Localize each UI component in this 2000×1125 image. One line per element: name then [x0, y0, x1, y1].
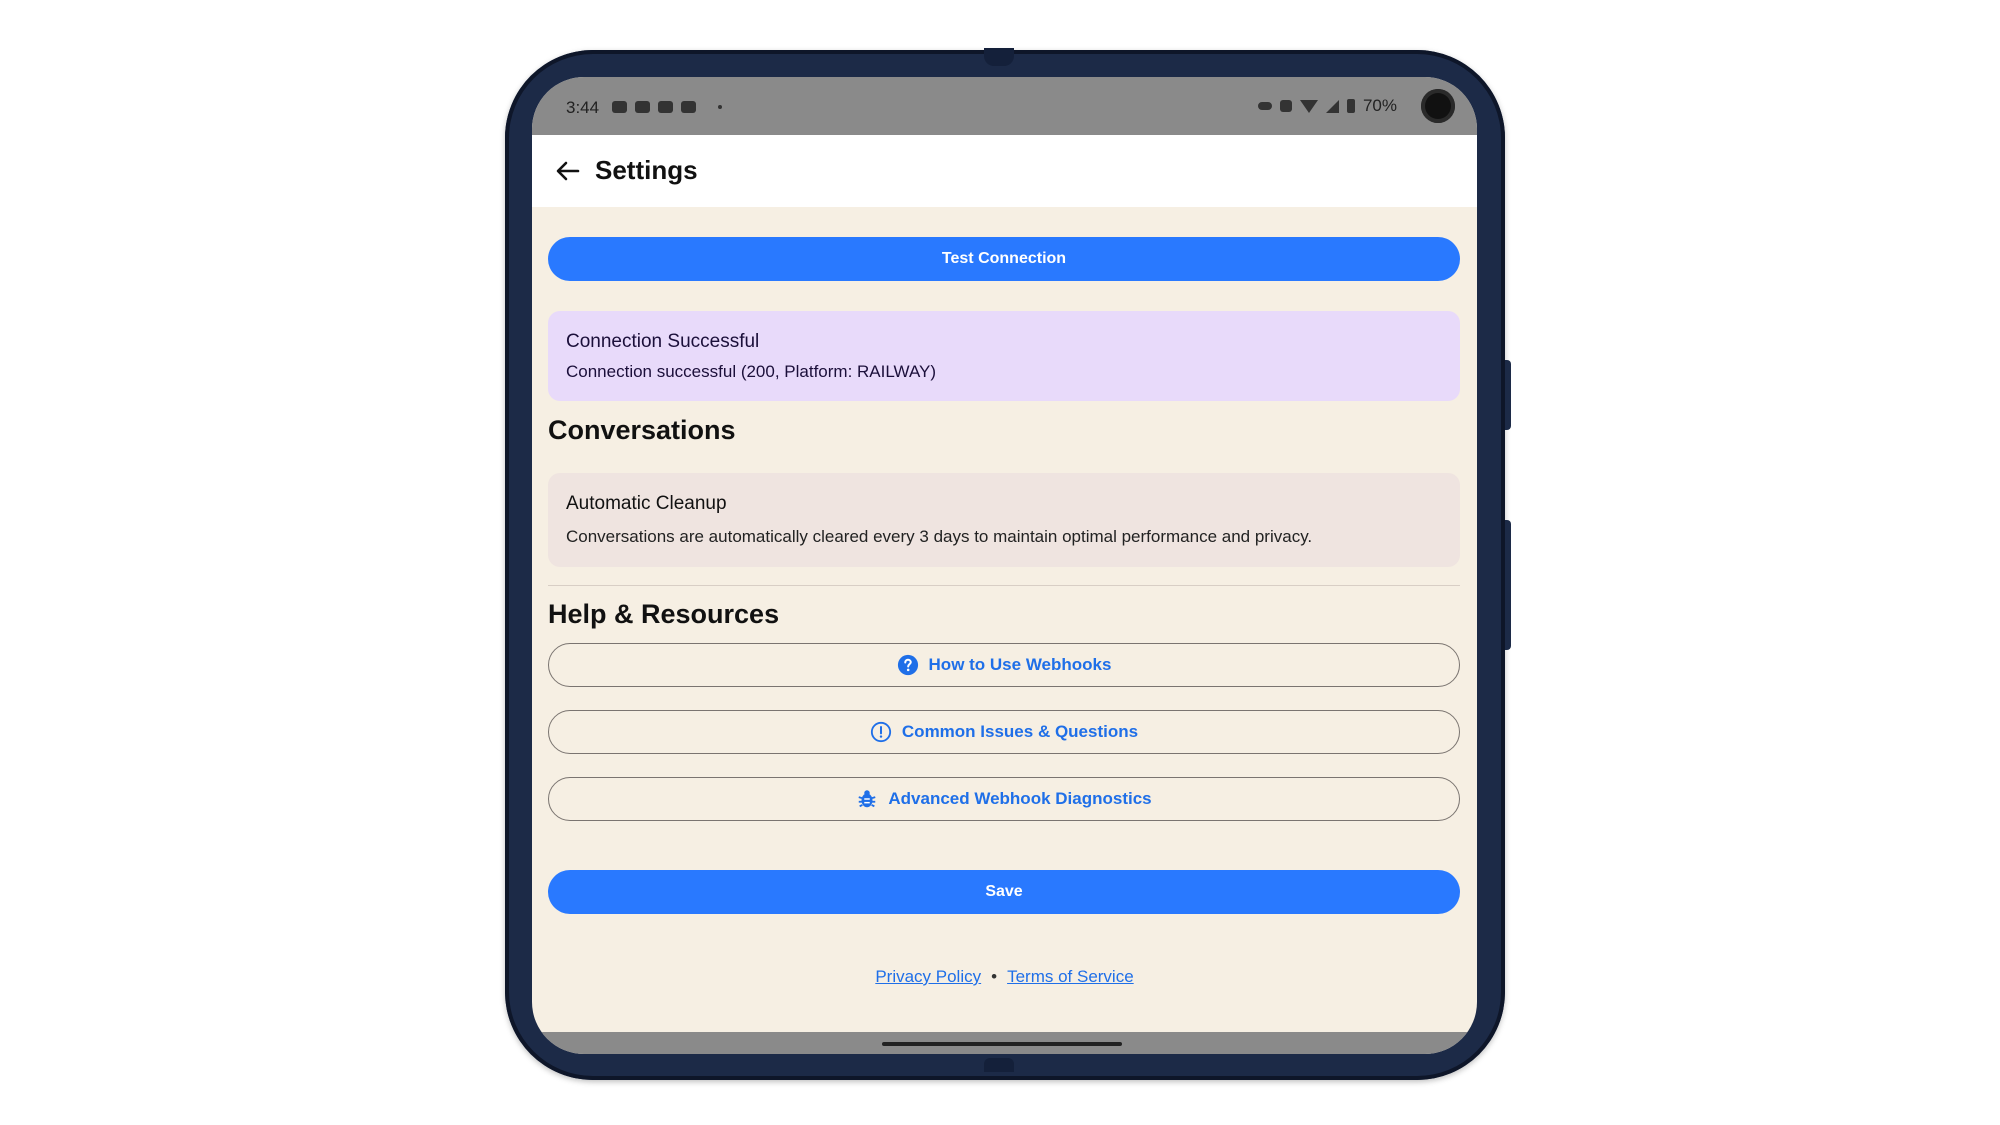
advanced-diagnostics-button[interactable]: Advanced Webhook Diagnostics — [548, 777, 1460, 821]
youtube-icon — [681, 101, 696, 113]
wifi-icon — [1299, 99, 1318, 113]
test-connection-button[interactable]: Test Connection — [548, 237, 1460, 281]
notification-icon — [612, 101, 627, 113]
status-right: 70% — [1257, 96, 1397, 116]
page-title: Settings — [595, 155, 698, 185]
link-icon — [1257, 102, 1272, 110]
screen: 3:44 70% Settings Test Connection Connec… — [532, 77, 1477, 1054]
terms-of-service-link[interactable]: Terms of Service — [1007, 967, 1134, 986]
how-to-use-webhooks-button[interactable]: How to Use Webhooks — [548, 643, 1460, 687]
help-circle-icon — [897, 654, 918, 676]
footer-separator: • — [991, 967, 998, 986]
notification-icons — [612, 101, 722, 113]
automatic-cleanup-text: Conversations are automatically cleared … — [566, 527, 1313, 546]
battery-percent: 70% — [1362, 96, 1397, 115]
gesture-handle[interactable] — [882, 1042, 1122, 1046]
common-issues-button[interactable]: Common Issues & Questions — [548, 710, 1460, 754]
save-button[interactable]: Save — [548, 870, 1460, 914]
conversations-section-title: Conversations — [548, 415, 736, 445]
connection-status-title: Connection Successful — [566, 331, 760, 352]
battery-icon — [1346, 99, 1355, 113]
arrow-back-icon[interactable] — [548, 151, 588, 191]
footer-links: Privacy Policy • Terms of Service — [532, 967, 1477, 987]
side-button-volume — [1505, 520, 1511, 650]
privacy-policy-link[interactable]: Privacy Policy — [875, 967, 981, 986]
section-divider — [548, 585, 1460, 586]
help-section-title: Help & Resources — [548, 599, 780, 629]
youtube-icon — [635, 101, 650, 113]
youtube-icon — [658, 101, 673, 113]
status-time: 3:44 — [566, 98, 600, 117]
automatic-cleanup-card: Automatic Cleanup Conversations are auto… — [548, 473, 1460, 567]
mute-icon — [1279, 100, 1292, 112]
hinge-bottom — [984, 1058, 1014, 1072]
how-to-use-webhooks-label: How to Use Webhooks — [928, 655, 1112, 674]
app-bar: Settings — [532, 135, 1477, 207]
more-notifications-dot-icon — [718, 105, 722, 109]
hinge-top — [984, 48, 1014, 66]
bug-icon — [858, 790, 876, 808]
connection-status-card: Connection Successful Connection success… — [548, 311, 1460, 401]
advanced-diagnostics-label: Advanced Webhook Diagnostics — [888, 789, 1152, 808]
common-issues-label: Common Issues & Questions — [901, 722, 1139, 741]
status-bar: 3:44 70% — [532, 77, 1477, 135]
navigation-bar — [532, 1032, 1477, 1054]
connection-status-detail: Connection successful (200, Platform: RA… — [566, 362, 937, 381]
camera-cutout — [1421, 89, 1455, 123]
automatic-cleanup-title: Automatic Cleanup — [566, 493, 727, 514]
signal-icon — [1325, 99, 1339, 113]
side-button-power — [1505, 360, 1511, 430]
info-outline-icon — [870, 721, 891, 743]
